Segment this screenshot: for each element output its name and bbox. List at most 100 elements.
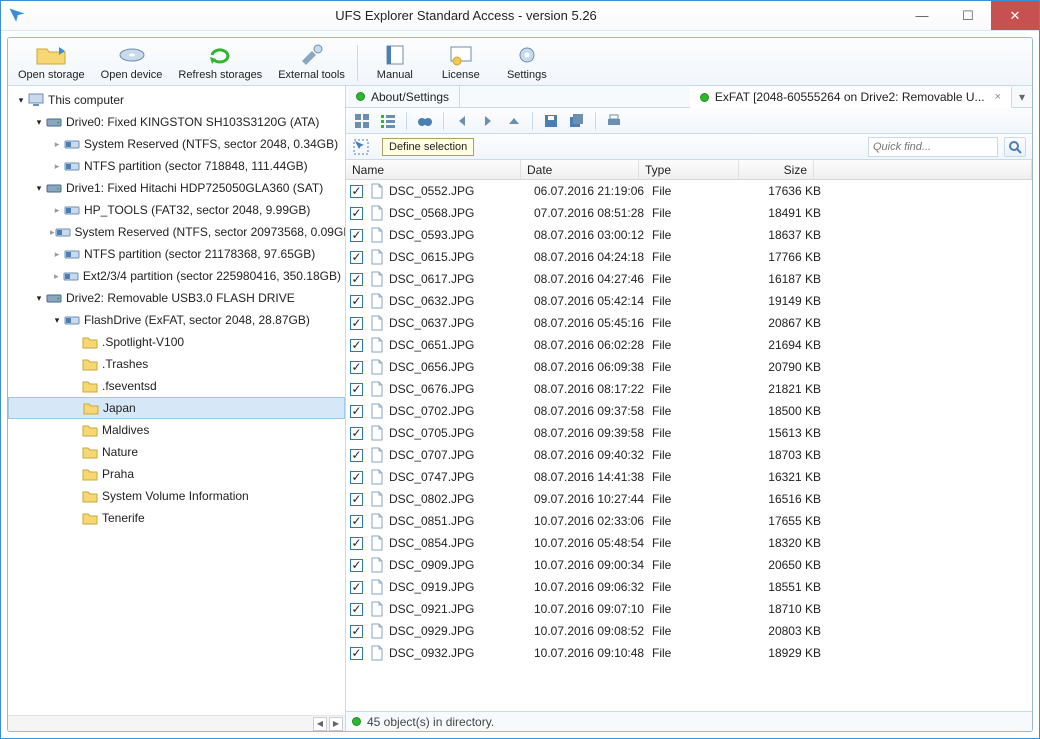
file-row[interactable]: ✓DSC_0929.JPG10.07.2016 09:08:52File2080… [346, 620, 1032, 642]
row-checkbox[interactable]: ✓ [350, 185, 363, 198]
nav-fwd-button[interactable] [476, 110, 500, 132]
external-tools-button[interactable]: External tools [270, 41, 353, 85]
open-storage-button[interactable]: Open storage [10, 41, 93, 85]
file-row[interactable]: ✓DSC_0617.JPG08.07.2016 04:27:46File1618… [346, 268, 1032, 290]
row-checkbox[interactable]: ✓ [350, 317, 363, 330]
file-row[interactable]: ✓DSC_0552.JPG06.07.2016 21:19:06File1763… [346, 180, 1032, 202]
row-checkbox[interactable]: ✓ [350, 471, 363, 484]
row-checkbox[interactable]: ✓ [350, 449, 363, 462]
refresh-storages-button[interactable]: Refresh storages [170, 41, 270, 85]
file-row[interactable]: ✓DSC_0637.JPG08.07.2016 05:45:16File2086… [346, 312, 1032, 334]
file-row[interactable]: ✓DSC_0932.JPG10.07.2016 09:10:48File1892… [346, 642, 1032, 664]
file-row[interactable]: ✓DSC_0568.JPG07.07.2016 08:51:28File1849… [346, 202, 1032, 224]
save-all-button[interactable] [565, 110, 589, 132]
expand-icon[interactable]: ▸ [50, 161, 64, 172]
quick-find-input[interactable] [868, 137, 998, 157]
row-checkbox[interactable]: ✓ [350, 383, 363, 396]
file-row[interactable]: ✓DSC_0702.JPG08.07.2016 09:37:58File1850… [346, 400, 1032, 422]
expand-icon[interactable]: ▾ [14, 95, 28, 106]
row-checkbox[interactable]: ✓ [350, 251, 363, 264]
tree-item[interactable]: ▸NTFS partition (sector 718848, 111.44GB… [8, 155, 345, 177]
tree-item[interactable]: ▾This computer [8, 89, 345, 111]
tree-item[interactable]: .fseventsd [8, 375, 345, 397]
tree-item[interactable]: ▸System Reserved (NTFS, sector 2048, 0.3… [8, 133, 345, 155]
tree-item[interactable]: ▸Ext2/3/4 partition (sector 225980416, 3… [8, 265, 345, 287]
nav-up-button[interactable] [502, 110, 526, 132]
view-list-button[interactable] [376, 110, 400, 132]
row-checkbox[interactable]: ✓ [350, 405, 363, 418]
file-row[interactable]: ✓DSC_0705.JPG08.07.2016 09:39:58File1561… [346, 422, 1032, 444]
file-row[interactable]: ✓DSC_0632.JPG08.07.2016 05:42:14File1914… [346, 290, 1032, 312]
row-checkbox[interactable]: ✓ [350, 537, 363, 550]
file-row[interactable]: ✓DSC_0851.JPG10.07.2016 02:33:06File1765… [346, 510, 1032, 532]
tree-item[interactable]: ▾Drive2: Removable USB3.0 FLASH DRIVE [8, 287, 345, 309]
expand-icon[interactable]: ▸ [50, 205, 64, 216]
print-button[interactable] [602, 110, 626, 132]
file-row[interactable]: ✓DSC_0747.JPG08.07.2016 14:41:38File1632… [346, 466, 1032, 488]
tree-item[interactable]: Tenerife [8, 507, 345, 529]
scroll-left-icon[interactable]: ◀ [313, 717, 327, 731]
save-button[interactable] [539, 110, 563, 132]
col-date[interactable]: Date [521, 160, 639, 179]
close-button[interactable]: ✕ [991, 1, 1039, 30]
license-button[interactable]: License [428, 41, 494, 85]
expand-icon[interactable]: ▸ [50, 271, 63, 282]
maximize-button[interactable]: ☐ [945, 1, 991, 30]
tab-overflow-button[interactable]: ▾ [1012, 86, 1032, 107]
tree-item[interactable]: Praha [8, 463, 345, 485]
tree-item[interactable]: ▾FlashDrive (ExFAT, sector 2048, 28.87GB… [8, 309, 345, 331]
row-checkbox[interactable]: ✓ [350, 207, 363, 220]
row-checkbox[interactable]: ✓ [350, 515, 363, 528]
row-checkbox[interactable]: ✓ [350, 229, 363, 242]
row-checkbox[interactable]: ✓ [350, 295, 363, 308]
col-size[interactable]: Size [739, 160, 814, 179]
file-row[interactable]: ✓DSC_0651.JPG08.07.2016 06:02:28File2169… [346, 334, 1032, 356]
expand-icon[interactable]: ▸ [50, 249, 64, 260]
tree-item[interactable]: Japan [8, 397, 345, 419]
tree-item[interactable]: .Spotlight-V100 [8, 331, 345, 353]
tree-item[interactable]: Nature [8, 441, 345, 463]
file-row[interactable]: ✓DSC_0854.JPG10.07.2016 05:48:54File1832… [346, 532, 1032, 554]
row-checkbox[interactable]: ✓ [350, 625, 363, 638]
tree-item[interactable]: System Volume Information [8, 485, 345, 507]
file-row[interactable]: ✓DSC_0802.JPG09.07.2016 10:27:44File1651… [346, 488, 1032, 510]
expand-icon[interactable]: ▾ [32, 183, 46, 194]
settings-button[interactable]: Settings [494, 41, 560, 85]
col-name[interactable]: Name [346, 160, 521, 179]
expand-icon[interactable]: ▸ [50, 139, 64, 150]
row-checkbox[interactable]: ✓ [350, 581, 363, 594]
expand-icon[interactable]: ▾ [50, 315, 64, 326]
row-checkbox[interactable]: ✓ [350, 559, 363, 572]
file-grid[interactable]: ✓DSC_0552.JPG06.07.2016 21:19:06File1763… [346, 180, 1032, 711]
minimize-button[interactable]: — [899, 1, 945, 30]
expand-icon[interactable]: ▾ [32, 293, 46, 304]
tree-h-scroll[interactable]: ◀ ▶ [8, 715, 345, 731]
tree-item[interactable]: ▸HP_TOOLS (FAT32, sector 2048, 9.99GB) [8, 199, 345, 221]
manual-button[interactable]: Manual [362, 41, 428, 85]
file-row[interactable]: ✓DSC_0921.JPG10.07.2016 09:07:10File1871… [346, 598, 1032, 620]
file-row[interactable]: ✓DSC_0676.JPG08.07.2016 08:17:22File2182… [346, 378, 1032, 400]
quick-find-button[interactable] [1004, 137, 1026, 157]
row-checkbox[interactable]: ✓ [350, 273, 363, 286]
file-row[interactable]: ✓DSC_0919.JPG10.07.2016 09:06:32File1855… [346, 576, 1032, 598]
row-checkbox[interactable]: ✓ [350, 493, 363, 506]
tree-item[interactable]: ▾Drive0: Fixed KINGSTON SH103S3120G (ATA… [8, 111, 345, 133]
tab-close-icon[interactable]: × [995, 91, 1001, 103]
tree-item[interactable]: ▾Drive1: Fixed Hitachi HDP725050GLA360 (… [8, 177, 345, 199]
file-row[interactable]: ✓DSC_0909.JPG10.07.2016 09:00:34File2065… [346, 554, 1032, 576]
row-checkbox[interactable]: ✓ [350, 427, 363, 440]
view-icons-button[interactable] [350, 110, 374, 132]
tree-item[interactable]: ▸NTFS partition (sector 21178368, 97.65G… [8, 243, 345, 265]
file-row[interactable]: ✓DSC_0593.JPG08.07.2016 03:00:12File1863… [346, 224, 1032, 246]
expand-icon[interactable]: ▾ [32, 117, 46, 128]
open-device-button[interactable]: Open device [93, 41, 171, 85]
tree-item[interactable]: .Trashes [8, 353, 345, 375]
tab-about[interactable]: About/Settings [346, 86, 460, 107]
tree-item[interactable]: ▸System Reserved (NTFS, sector 20973568,… [8, 221, 345, 243]
file-row[interactable]: ✓DSC_0615.JPG08.07.2016 04:24:18File1776… [346, 246, 1032, 268]
file-row[interactable]: ✓DSC_0656.JPG08.07.2016 06:09:38File2079… [346, 356, 1032, 378]
scroll-right-icon[interactable]: ▶ [329, 717, 343, 731]
col-type[interactable]: Type [639, 160, 739, 179]
device-tree[interactable]: ▾This computer▾Drive0: Fixed KINGSTON SH… [8, 86, 345, 715]
file-row[interactable]: ✓DSC_0707.JPG08.07.2016 09:40:32File1870… [346, 444, 1032, 466]
